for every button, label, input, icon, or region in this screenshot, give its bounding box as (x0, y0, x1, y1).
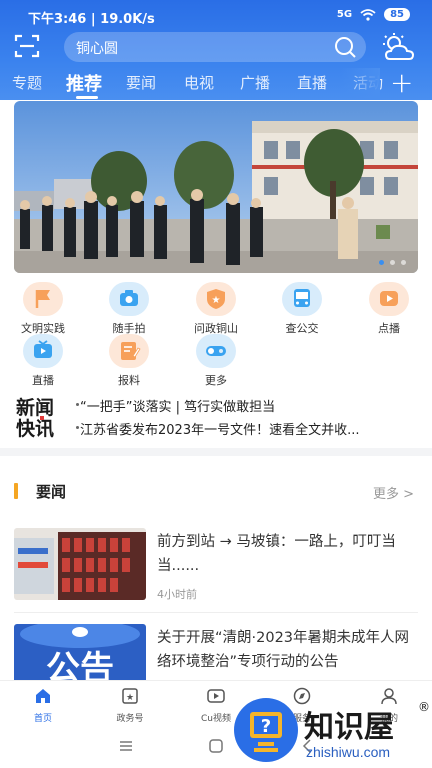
news-item[interactable]: 前方到站 → 马坡镇：一路上，叮叮当当...... 4小时前 (14, 528, 418, 604)
tv-icon (23, 334, 63, 368)
add-channel-icon[interactable]: + (390, 68, 413, 98)
video-icon (207, 689, 225, 703)
battery-indicator: 85 (384, 8, 410, 21)
news-flash-item[interactable]: 江苏省委发布2023年一号文件！速看全文并收... (75, 419, 359, 438)
watermark-domain: zhishiwu.com (306, 744, 391, 760)
news-divider (14, 612, 418, 613)
tab-news[interactable]: 要闻 (126, 72, 156, 93)
bus-icon (282, 282, 322, 316)
section-separator (0, 448, 432, 456)
status-icons: 5G 85 (337, 8, 410, 21)
watermark-text: 知识屋 (304, 710, 394, 745)
app-header: 下午3:46 | 19.0K/s 5G 85 铜心圆 专题 推荐 要闻 电视 广… (0, 0, 432, 100)
home-button-icon[interactable] (208, 738, 224, 754)
shortcut-report[interactable]: 报料 (94, 334, 164, 388)
tab-topic[interactable]: 专题 (12, 72, 42, 93)
carousel-dots (379, 260, 406, 265)
banner-image (14, 101, 418, 273)
edit-icon (109, 334, 149, 368)
section-title: 要闻 (36, 483, 67, 501)
shortcut-live[interactable]: 直播 (8, 334, 78, 388)
shortcut-label: 点播 (378, 322, 400, 335)
shortcut-bus[interactable]: 查公交 (267, 282, 337, 336)
news-flash-logo: 新闻 快讯 (16, 396, 54, 438)
shield-star-icon: ★ (196, 282, 236, 316)
news-flash: 新闻 快讯 “一把手”谈落实 | 笃行实做敢担当 江苏省委发布2023年一号文件… (0, 388, 432, 444)
svg-text:公告: 公告 (46, 649, 114, 680)
news-title: 关于开展“清朗·2023年暑期未成年人网络环境整治”专项行动的公告 (157, 630, 410, 670)
signal-icon: 5G (336, 9, 353, 20)
carousel-dot-active[interactable] (379, 260, 384, 265)
carousel-dot[interactable] (390, 260, 395, 265)
flag-icon (23, 282, 63, 316)
toggle-icon (196, 334, 236, 368)
home-icon (36, 689, 50, 703)
shortcut-snapshot[interactable]: 随手拍 (94, 282, 164, 336)
shortcut-more[interactable]: 更多 (181, 334, 251, 388)
shortcut-label: 直播 (32, 374, 54, 387)
svg-text:★: ★ (212, 295, 221, 306)
shortcut-vod[interactable]: 点播 (354, 282, 424, 336)
news-flash-item[interactable]: “一把手”谈落实 | 笃行实做敢担当 (75, 396, 275, 415)
shortcut-grid: 文明实践 随手拍 ★ 问政铜山 查公交 点播 直播 报料 更多 (0, 280, 432, 388)
menu-icon[interactable] (118, 738, 134, 754)
svg-text:快讯: 快讯 (16, 417, 54, 438)
tab-tv[interactable]: 电视 (184, 72, 214, 93)
svg-text:新闻: 新闻 (16, 396, 54, 419)
svg-text:?: ? (261, 716, 271, 737)
news-thumbnail (14, 528, 146, 600)
tab-fade (340, 68, 380, 100)
news-thumbnail: 公告 (14, 624, 146, 680)
tab-radio[interactable]: 广播 (240, 72, 270, 93)
tab-live[interactable]: 直播 (297, 72, 327, 93)
carousel-dot[interactable] (401, 260, 406, 265)
section-more-link[interactable]: 更多 > (373, 483, 414, 502)
watermark: ? 知识屋 ® zhishiwu.com (234, 692, 432, 768)
nav-label: 首页 (33, 714, 52, 724)
banner-carousel[interactable] (14, 101, 418, 273)
search-placeholder: 铜心圆 (76, 41, 118, 57)
shortcut-label: 更多 (205, 374, 227, 387)
nav-label: 政务号 (116, 714, 144, 724)
play-icon (369, 282, 409, 316)
nav-government[interactable]: ★ 政务号 (100, 687, 160, 724)
shortcut-inquiry[interactable]: ★ 问政铜山 (181, 282, 251, 336)
wifi-icon (360, 8, 376, 21)
government-icon: ★ (122, 688, 138, 704)
active-tab-indicator (76, 96, 98, 99)
watermark-registered: ® (418, 700, 430, 714)
status-bar: 下午3:46 | 19.0K/s 5G 85 (0, 0, 432, 30)
watermark-logo-icon: ? (234, 698, 298, 762)
tab-recommend[interactable]: 推荐 (66, 70, 102, 96)
search-icon[interactable] (334, 36, 356, 58)
camera-icon (109, 282, 149, 316)
nav-home[interactable]: 首页 (13, 687, 73, 724)
weather-icon[interactable] (378, 32, 420, 62)
shortcut-label: 查公交 (285, 322, 319, 335)
shortcut-civilization[interactable]: 文明实践 (8, 282, 78, 336)
news-time: 4小时前 (157, 588, 197, 601)
status-time: 下午3:46 | 19.0K/s (28, 12, 155, 27)
shortcut-label: 报料 (118, 374, 140, 387)
search-input[interactable]: 铜心圆 (64, 32, 366, 62)
scan-icon[interactable] (14, 33, 40, 59)
news-item[interactable]: 公告 关于开展“清朗·2023年暑期未成年人网络环境整治”专项行动的公告 (14, 624, 418, 680)
channel-tabs: 专题 推荐 要闻 电视 广播 直播 活动 + (0, 68, 432, 100)
svg-text:★: ★ (126, 693, 134, 703)
news-title: 前方到站 → 马坡镇：一路上，叮叮当当...... (157, 534, 396, 574)
section-accent-bar (14, 483, 18, 499)
